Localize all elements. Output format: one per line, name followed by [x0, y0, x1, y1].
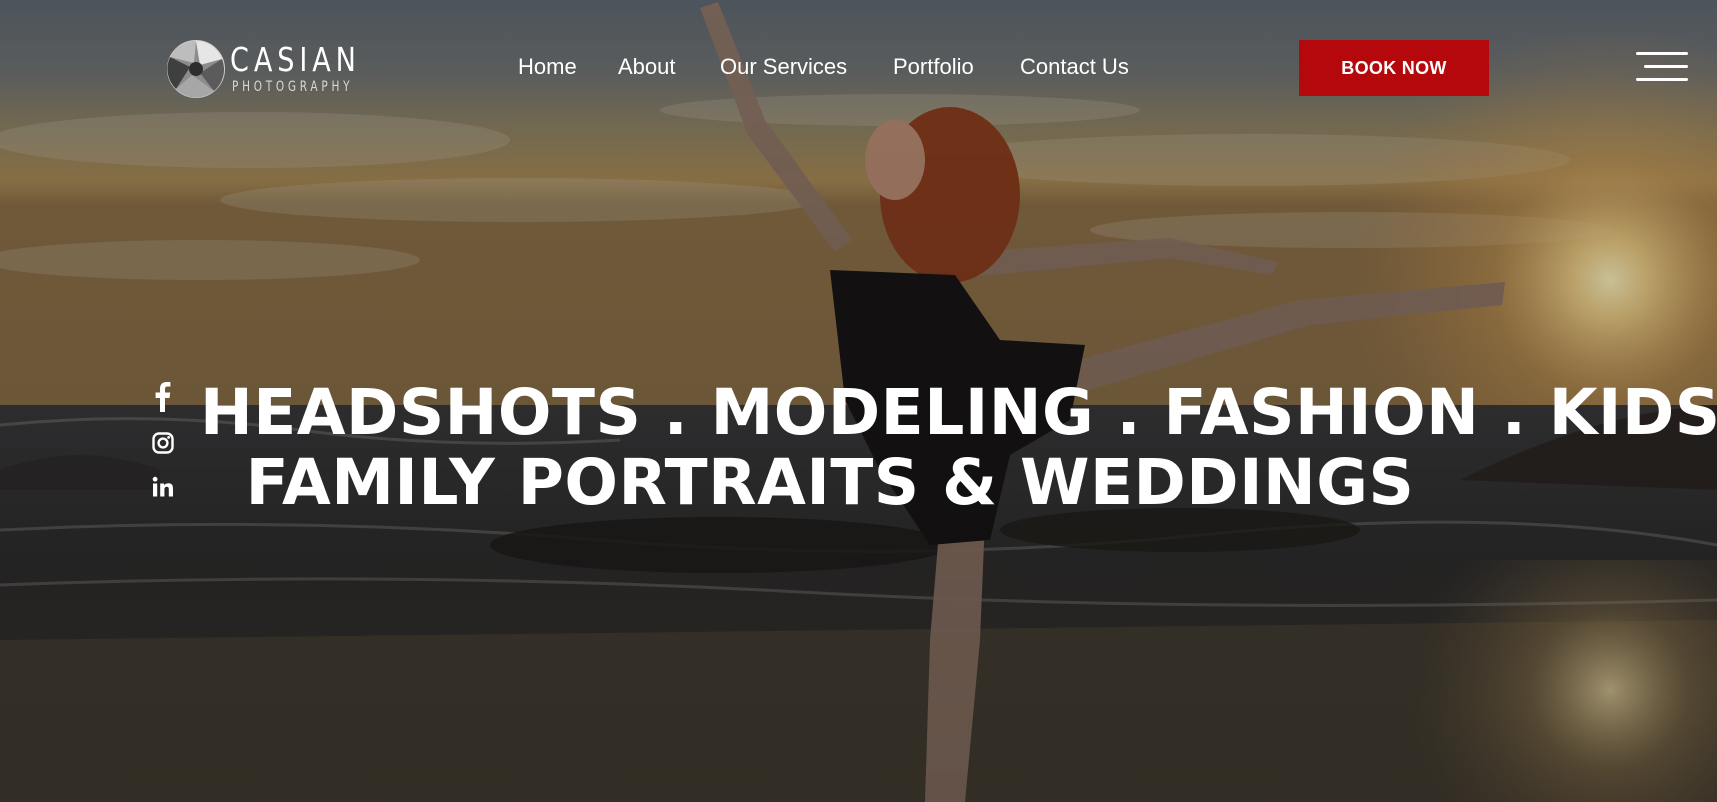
camera-aperture-icon — [167, 40, 225, 98]
menu-hamburger-icon[interactable] — [1636, 52, 1688, 82]
instagram-link[interactable] — [148, 428, 178, 458]
hero-headline-line-2: FAMILY PORTRAITS & WEDDINGS — [245, 446, 1415, 519]
hero-headline-line-1: HEADSHOTS . MODELING . FASHION . KIDS . — [200, 376, 1717, 449]
linkedin-link[interactable] — [148, 472, 178, 502]
brand-logo[interactable]: CASIAN PHOTOGRAPHY — [166, 38, 356, 100]
nav-link-our-services[interactable]: Our Services — [720, 52, 847, 82]
social-links — [148, 382, 178, 502]
facebook-link[interactable] — [148, 382, 178, 412]
nav-link-home[interactable]: Home — [518, 52, 577, 82]
nav-link-portfolio[interactable]: Portfolio — [893, 52, 974, 82]
book-now-button[interactable]: BOOK NOW — [1299, 40, 1489, 96]
site-header: CASIAN PHOTOGRAPHY Home About Our Servic… — [0, 0, 1717, 140]
instagram-icon — [152, 432, 174, 454]
linkedin-icon — [152, 476, 173, 497]
brand-tagline: PHOTOGRAPHY — [232, 79, 354, 95]
brand-name: CASIAN — [230, 40, 361, 79]
nav-link-contact-us[interactable]: Contact Us — [1020, 52, 1129, 82]
hero-headline: HEADSHOTS . MODELING . FASHION . KIDS . … — [200, 376, 1717, 519]
facebook-icon — [155, 382, 171, 412]
nav-link-about[interactable]: About — [618, 52, 676, 82]
